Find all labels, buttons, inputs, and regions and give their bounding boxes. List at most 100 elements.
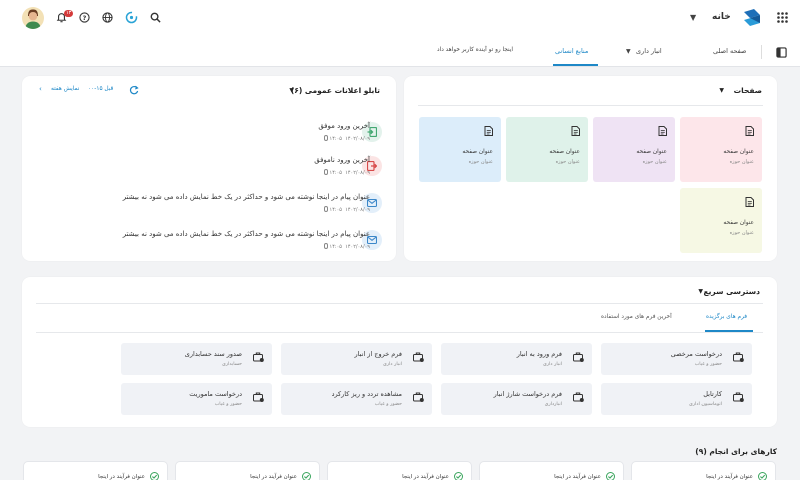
form-category: انبار داری — [383, 362, 402, 367]
board-title: تابلو اعلانات عمومی (۶) — [290, 86, 380, 95]
tab-human-resources[interactable]: منابع انسانی — [555, 47, 588, 55]
top-header: خانه ▼ ? ۱۳ — [0, 0, 800, 37]
announcement-meta: ۱۴:۰۵ ۱۴۰۲/۰۸/۰۹ — [80, 243, 370, 250]
divider — [36, 332, 763, 333]
tab-recent-forms[interactable]: آخرین فرم های مورد استفاده — [601, 314, 672, 320]
chevron-down-icon[interactable]: ▼ — [719, 87, 724, 94]
brand-name[interactable]: خانه — [712, 12, 731, 22]
pages-title: صفحات — [733, 86, 762, 95]
page-tile[interactable]: عنوان صفحه عنوان حوزه — [680, 188, 762, 253]
show-week-link[interactable]: نمایش هفته — [51, 86, 79, 92]
todo-title: کارهای برای انجام (۹) — [695, 447, 777, 456]
active-tab-indicator — [705, 330, 753, 332]
todo-item[interactable]: عنوان فرآیند در اینجا — [327, 461, 472, 480]
form-category: اتوماسیون اداری — [688, 402, 722, 407]
todo-item-title: عنوان فرآیند در اینجا — [98, 474, 145, 480]
page-tile-title: عنوان صفحه — [462, 149, 493, 155]
todo-item-title: عنوان فرآیند در اینجا — [250, 474, 297, 480]
form-title: مشاهده تردد و ریز کارکرد — [331, 390, 402, 398]
briefcase-icon — [253, 352, 264, 362]
form-title: درخواست ماموریت — [189, 390, 242, 398]
chevron-down-icon[interactable]: ▼ — [690, 13, 696, 22]
form-category: حضور و غیاب — [694, 362, 722, 367]
nav-divider — [761, 45, 762, 59]
todo-item-title: عنوان فرآیند در اینجا — [554, 474, 601, 480]
page-tile-title: عنوان صفحه — [723, 220, 754, 226]
previous-link[interactable]: قبل ۱۵-۰۰ — [88, 86, 113, 92]
svg-text:?: ? — [83, 14, 87, 22]
form-title: فرم خروج از انبار — [354, 350, 403, 358]
chevron-down-icon[interactable]: ▼ — [698, 288, 703, 295]
page-tile[interactable]: عنوان صفحه عنوان حوزه — [506, 117, 588, 182]
page-tile-title: عنوان صفحه — [636, 149, 667, 155]
quick-form-item[interactable]: فرم ورود به انبار انبار داری — [441, 343, 592, 375]
document-icon — [745, 197, 754, 207]
page-tile-title: عنوان صفحه — [723, 149, 754, 155]
quick-form-item[interactable]: فرم خروج از انبار انبار داری — [281, 343, 432, 375]
page-tile-subtitle: عنوان حوزه — [729, 230, 754, 236]
briefcase-icon — [413, 352, 424, 362]
quick-form-item[interactable]: صدور سند حسابداری حسابداری — [121, 343, 272, 375]
module-nav: صفحه اصلی انبار داری ▼ منابع انسانی اینج… — [0, 37, 800, 67]
chevron-left-icon[interactable]: ‹ — [39, 85, 42, 93]
avatar[interactable] — [22, 7, 44, 29]
divider — [418, 105, 763, 106]
announcement-text: آخرین ورود موفق — [318, 122, 370, 130]
check-circle-icon — [302, 472, 311, 480]
form-title: صدور سند حسابداری — [184, 350, 242, 358]
apps-icon[interactable] — [777, 12, 788, 23]
bulletin-board-card: تابلو اعلانات عمومی (۶) ▼ قبل ۱۵-۰۰ نمای… — [22, 76, 396, 261]
todo-item[interactable]: عنوان فرآیند در اینجا — [479, 461, 624, 480]
globe-icon[interactable] — [102, 12, 113, 23]
announcement-item[interactable]: عنوان پیام در اینجا نوشته می شود و حداکث… — [80, 230, 370, 250]
chevron-down-icon[interactable]: ▼ — [626, 48, 631, 55]
quick-form-item[interactable]: فرم درخواست شارژ انبار انبارداری — [441, 383, 592, 415]
briefcase-icon — [253, 392, 264, 402]
refresh-icon[interactable] — [129, 85, 139, 95]
chevron-down-icon[interactable]: ▼ — [289, 87, 294, 94]
pages-card: صفحات ▼ عنوان صفحه عنوان حوزه عنوان صفحه… — [404, 76, 777, 261]
announcement-item[interactable]: آخرین ورود موفق ۱۴:۰۵ ۱۴۰۲/۰۸/۰۹ — [80, 122, 370, 142]
form-category: حضور و غیاب — [374, 402, 402, 407]
form-category: انبار داری — [543, 362, 562, 367]
form-category: حسابداری — [222, 362, 242, 367]
todo-item[interactable]: عنوان فرآیند در اینجا — [631, 461, 776, 480]
page-tile[interactable]: عنوان صفحه عنوان حوزه — [680, 117, 762, 182]
notification-badge: ۱۳ — [64, 10, 74, 17]
page-tile-subtitle: عنوان حوزه — [555, 159, 580, 165]
page-tile[interactable]: عنوان صفحه عنوان حوزه — [593, 117, 675, 182]
quick-form-item[interactable]: کارتابل اتوماسیون اداری — [601, 383, 752, 415]
check-circle-icon — [606, 472, 615, 480]
form-category: انبارداری — [544, 402, 562, 407]
announcement-item[interactable]: عنوان پیام در اینجا نوشته می شود و حداکث… — [80, 193, 370, 213]
todo-item[interactable]: عنوان فرآیند در اینجا — [23, 461, 168, 480]
layout-icon[interactable] — [776, 47, 787, 58]
brand-logo — [740, 7, 764, 31]
sync-icon[interactable] — [125, 11, 138, 24]
check-circle-icon — [150, 472, 159, 480]
tab-future[interactable]: اینجا رو تو آینده کاربر خواهد داد — [437, 47, 513, 53]
quick-form-item[interactable]: درخواست ماموریت حضور و غیاب — [121, 383, 272, 415]
help-icon[interactable]: ? — [79, 12, 90, 23]
announcement-meta: ۱۴:۰۵ ۱۴۰۲/۰۸/۰۹ — [80, 206, 370, 213]
announcement-text: آخرین ورود ناموفق — [314, 156, 370, 164]
quick-form-item[interactable]: درخواست مرخصی حضور و غیاب — [601, 343, 752, 375]
tab-warehouse[interactable]: انبار داری — [636, 47, 662, 55]
document-icon — [658, 126, 667, 136]
form-title: درخواست مرخصی — [670, 350, 722, 358]
announcement-item[interactable]: آخرین ورود ناموفق ۱۴:۰۵ ۱۴۰۲/۰۸/۰۹ — [80, 156, 370, 176]
tab-favorite-forms[interactable]: فرم های برگزیده — [706, 314, 747, 320]
quick-access-title: دسترسی سریع — [703, 287, 760, 296]
tab-home[interactable]: صفحه اصلی — [713, 47, 746, 55]
quick-access-card: دسترسی سریع ▼ درخواست مرخصی حضور و غیاب … — [22, 277, 777, 427]
todo-item[interactable]: عنوان فرآیند در اینجا — [175, 461, 320, 480]
document-icon — [745, 126, 754, 136]
divider — [36, 303, 763, 304]
page-tile[interactable]: عنوان صفحه عنوان حوزه — [419, 117, 501, 182]
form-title: فرم ورود به انبار — [516, 350, 562, 358]
search-icon[interactable] — [150, 12, 161, 23]
check-circle-icon — [454, 472, 463, 480]
briefcase-icon — [733, 392, 744, 402]
todo-item-title: عنوان فرآیند در اینجا — [402, 474, 449, 480]
quick-form-item[interactable]: مشاهده تردد و ریز کارکرد حضور و غیاب — [281, 383, 432, 415]
